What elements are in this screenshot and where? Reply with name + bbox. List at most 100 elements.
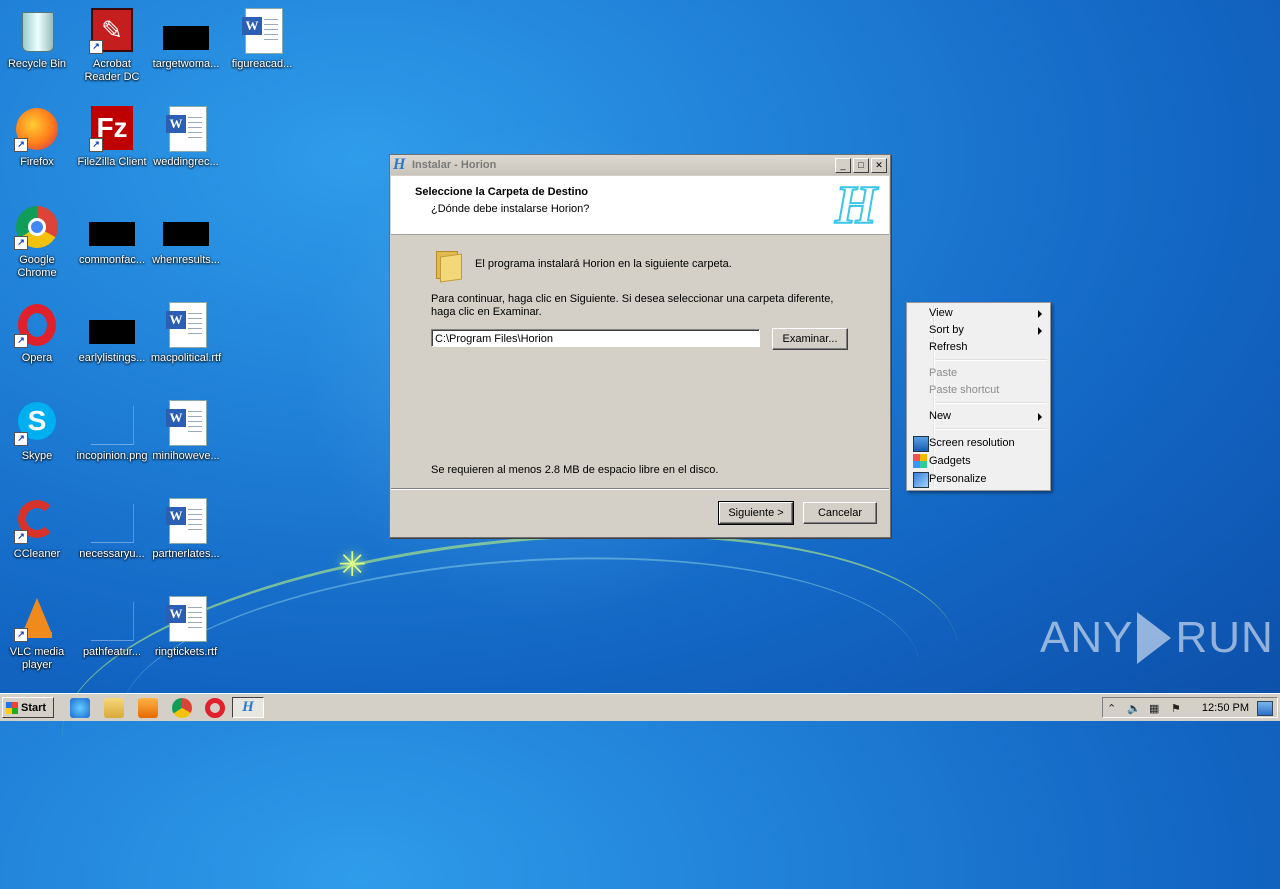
wizard-header: Seleccione la Carpeta de Destino ¿Dónde … [391, 176, 889, 235]
menu-item-view[interactable]: View [909, 305, 1048, 322]
vlc-icon: ↗ [14, 596, 60, 642]
desktop-icon-opera[interactable]: ↗ Opera [0, 302, 74, 365]
start-button[interactable]: Start [2, 697, 54, 718]
desktop-icon-file[interactable]: targetwoma... [149, 8, 223, 71]
menu-item-paste-shortcut[interactable]: Paste shortcut [909, 382, 1048, 399]
wizard-step-subtitle: ¿Dónde debe instalarse Horion? [431, 203, 590, 215]
internet-explorer-icon[interactable] [70, 698, 90, 718]
disk-space-text: Se requieren al menos 2.8 MB de espacio … [431, 464, 719, 476]
desktop-icon-google-chrome[interactable]: ↗ Google Chrome [0, 204, 74, 280]
show-hidden-icons-icon[interactable]: ⌃ [1107, 702, 1116, 715]
instruction-line-1: Para continuar, haga clic en Siguiente. … [431, 293, 834, 305]
chrome-taskbar-icon[interactable] [172, 698, 192, 718]
install-info-text: El programa instalará Horion en la sigui… [475, 258, 732, 270]
skype-icon: S ↗ [14, 400, 60, 446]
network-icon[interactable]: ▦ [1149, 702, 1159, 715]
desktop-icon-file[interactable]: commonfac... [75, 204, 149, 267]
menu-item-new[interactable]: New [909, 408, 1048, 425]
opera-icon: ↗ [14, 302, 60, 348]
destination-path-input[interactable]: C:\Program Files\Horion [431, 329, 760, 347]
recycle-bin-icon [14, 8, 60, 54]
menu-item-sort-by[interactable]: Sort by [909, 322, 1048, 339]
maximize-button[interactable]: □ [853, 158, 869, 173]
word-document-icon: W [163, 302, 209, 348]
minimize-button[interactable]: _ [835, 158, 851, 173]
firefox-icon: ↗ [14, 106, 60, 152]
desktop-icon-skype[interactable]: S ↗ Skype [0, 400, 74, 463]
opera-taskbar-icon[interactable] [205, 698, 225, 718]
submenu-arrow-icon [1038, 413, 1042, 421]
horion-logo-icon: H [393, 156, 406, 173]
media-player-icon[interactable] [138, 698, 158, 718]
word-document-icon: W [163, 400, 209, 446]
folder-icon [434, 249, 462, 283]
acrobat-icon: ✎ ↗ [89, 8, 135, 54]
desktop-icon-word-doc[interactable]: W weddingrec... [149, 106, 223, 169]
menu-separator [935, 428, 1047, 430]
action-center-flag-icon[interactable]: ⚑ [1171, 702, 1181, 715]
close-button[interactable]: ✕ [871, 158, 887, 173]
file-explorer-icon[interactable] [104, 698, 124, 718]
menu-separator [935, 402, 1047, 404]
chrome-icon: ↗ [14, 204, 60, 250]
volume-icon[interactable]: 🔈 [1127, 702, 1141, 715]
windows-logo-icon [6, 702, 18, 714]
browse-button[interactable]: Examinar... [772, 328, 848, 350]
desktop-icon-filezilla[interactable]: Fz ↗ FileZilla Client [75, 106, 149, 169]
installer-titlebar[interactable]: H Instalar - Horion [390, 155, 890, 175]
desktop-icon-word-doc[interactable]: W figureacad... [225, 8, 299, 71]
instruction-line-2: haga clic en Examinar. [431, 306, 542, 318]
anyrun-watermark: ANY RUN [1040, 612, 1274, 664]
word-document-icon: W [163, 106, 209, 152]
taskbar: Start H ⌃ 🔈 ▦ ⚑ 12:50 PM [0, 693, 1280, 721]
show-desktop-icon[interactable] [1257, 701, 1273, 716]
file-thumbnail-icon [89, 302, 135, 348]
blank-file-icon [89, 498, 135, 544]
wallpaper-sparkle-icon: ✳ [338, 546, 367, 584]
desktop-icon-word-doc[interactable]: W macpolitical.rtf [149, 302, 223, 365]
desktop-icon-word-doc[interactable]: W ringtickets.rtf [149, 596, 223, 659]
file-thumbnail-icon [89, 204, 135, 250]
monitor-icon [913, 436, 929, 452]
installer-window[interactable]: H Instalar - Horion _ □ ✕ Seleccione la … [389, 154, 891, 538]
desktop-icon-file[interactable]: earlylistings... [75, 302, 149, 365]
desktop-icon-file[interactable]: necessaryu... [75, 498, 149, 561]
play-icon [1137, 612, 1172, 664]
personalize-icon [913, 472, 929, 488]
desktop-icon-vlc[interactable]: ↗ VLC media player [0, 596, 74, 672]
cancel-button[interactable]: Cancelar [803, 502, 877, 524]
word-document-icon: W [239, 8, 285, 54]
submenu-arrow-icon [1038, 327, 1042, 335]
gadgets-icon [913, 454, 927, 468]
desktop-icon-firefox[interactable]: ↗ Firefox [0, 106, 74, 169]
desktop-icon-file[interactable]: whenresults... [149, 204, 223, 267]
desktop-icon-acrobat-reader[interactable]: ✎ ↗ Acrobat Reader DC [75, 8, 149, 84]
menu-item-gadgets[interactable]: Gadgets [909, 453, 1048, 470]
menu-item-refresh[interactable]: Refresh [909, 339, 1048, 356]
system-tray: ⌃ 🔈 ▦ ⚑ 12:50 PM [1102, 697, 1278, 718]
desktop-icon-image-file[interactable]: incopinion.png [75, 400, 149, 463]
horion-large-logo: H [834, 175, 878, 235]
desktop-icon-word-doc[interactable]: W partnerlates... [149, 498, 223, 561]
menu-item-screen-resolution[interactable]: Screen resolution [909, 435, 1048, 452]
word-document-icon: W [163, 596, 209, 642]
window-title: Instalar - Horion [412, 159, 497, 171]
desktop-icon-word-doc[interactable]: W minihoweve... [149, 400, 223, 463]
desktop-icon-file[interactable]: pathfeatur... [75, 596, 149, 659]
desktop-context-menu[interactable]: View Sort by Refresh Paste Paste shortcu… [906, 302, 1051, 491]
file-thumbnail-icon [163, 204, 209, 250]
filezilla-icon: Fz ↗ [89, 106, 135, 152]
desktop-icon-ccleaner[interactable]: ↗ CCleaner [0, 498, 74, 561]
menu-item-paste[interactable]: Paste [909, 365, 1048, 382]
clock[interactable]: 12:50 PM [1202, 698, 1249, 718]
next-button[interactable]: Siguiente > [718, 501, 794, 525]
menu-item-personalize[interactable]: Personalize [909, 471, 1048, 488]
menu-separator [935, 359, 1047, 361]
ccleaner-icon: ↗ [14, 498, 60, 544]
footer-divider [391, 488, 889, 490]
word-document-icon: W [163, 498, 209, 544]
desktop-icon-recycle-bin[interactable]: Recycle Bin [0, 8, 74, 71]
blank-file-icon [89, 596, 135, 642]
horion-taskbar-button[interactable]: H [232, 697, 264, 718]
submenu-arrow-icon [1038, 310, 1042, 318]
